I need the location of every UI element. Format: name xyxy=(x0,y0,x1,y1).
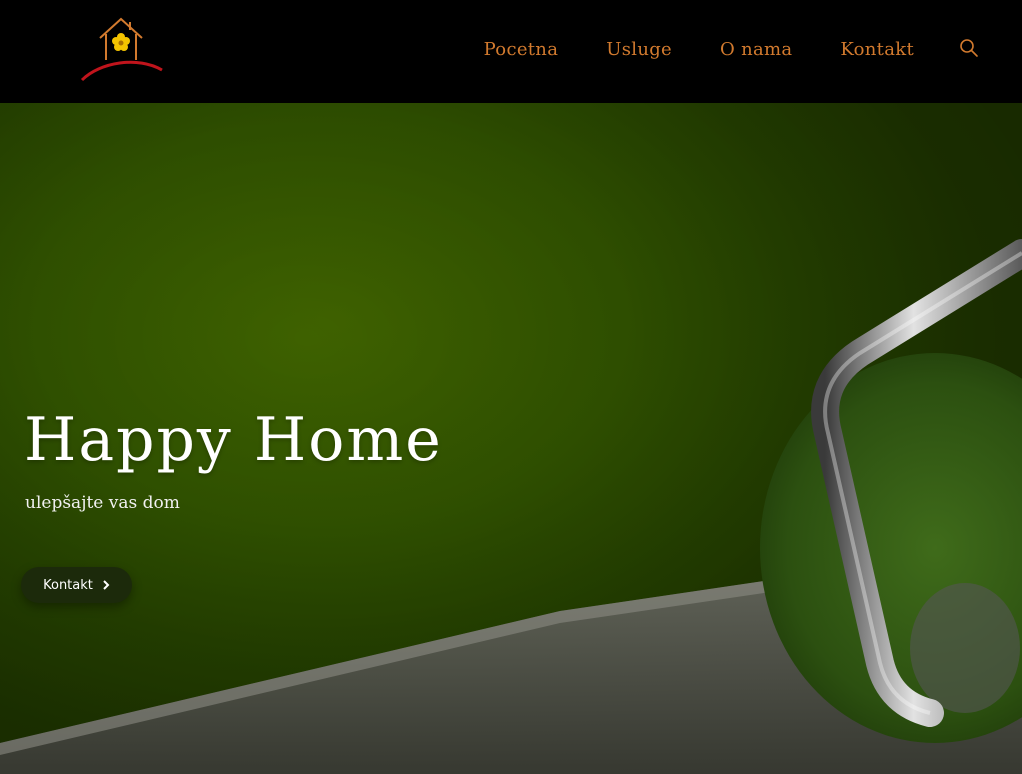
nav-item-pocetna[interactable]: Pocetna xyxy=(484,39,559,60)
nav-item-kontakt[interactable]: Kontakt xyxy=(840,39,914,60)
kontakt-button[interactable]: Kontakt xyxy=(21,567,132,603)
nav-item-o-nama[interactable]: O nama xyxy=(720,39,792,60)
chevron-right-icon xyxy=(103,580,110,590)
logo-icon[interactable] xyxy=(78,14,166,84)
kontakt-button-label: Kontakt xyxy=(43,577,93,593)
site-header: Pocetna Usluge O nama Kontakt xyxy=(0,0,1022,103)
search-icon[interactable] xyxy=(959,38,979,58)
hero-subtitle: ulepšajte vas dom xyxy=(25,493,180,513)
hero-title: Happy Home xyxy=(24,405,443,475)
hero-section: Happy Home ulepšajte vas dom Kontakt xyxy=(0,103,1022,774)
main-nav: Pocetna Usluge O nama Kontakt xyxy=(484,36,914,62)
nav-item-usluge[interactable]: Usluge xyxy=(606,39,672,60)
